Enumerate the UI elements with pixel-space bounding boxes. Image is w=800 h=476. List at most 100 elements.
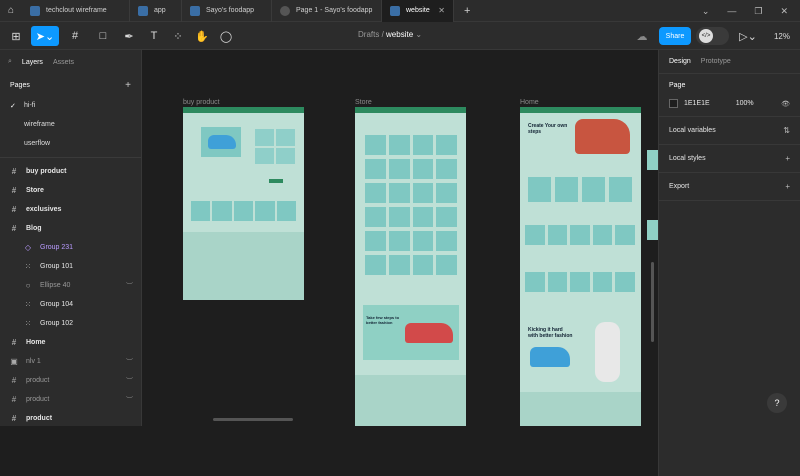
frame-header	[520, 107, 641, 113]
page-item[interactable]: userflow	[0, 134, 141, 153]
dev-mode-toggle[interactable]: </>	[696, 27, 729, 45]
layer-item[interactable]: ⁙ Group 102	[0, 314, 141, 333]
eye-icon[interactable]: 👁	[781, 100, 790, 108]
product-card	[388, 159, 410, 179]
offscreen-frame[interactable]	[647, 220, 658, 240]
hidden-eye-icon[interactable]: ︶	[126, 376, 133, 386]
layer-item[interactable]: # product ︶	[0, 371, 141, 390]
layer-item[interactable]: # buy product	[0, 162, 141, 181]
present-icon[interactable]: ▷⌄	[739, 26, 757, 46]
footer	[355, 375, 466, 426]
close-window-icon[interactable]: ✕	[780, 6, 788, 17]
product-card	[436, 135, 457, 155]
search-icon[interactable]: ⌕	[8, 58, 12, 66]
add-page-icon[interactable]: +	[125, 80, 131, 91]
add-icon[interactable]: +	[785, 182, 790, 191]
move-tool-icon[interactable]: ➤⌄	[31, 26, 59, 46]
export-row[interactable]: Export +	[659, 173, 800, 201]
frame-tool-icon[interactable]: #	[64, 26, 86, 46]
layer-item[interactable]: ⁙ Group 101	[0, 257, 141, 276]
tab-layers[interactable]: Layers	[22, 59, 43, 66]
chevron-down-icon[interactable]: ⌄	[702, 6, 710, 17]
home-icon[interactable]: ⌂	[0, 0, 22, 22]
layer-item[interactable]: # product	[0, 409, 141, 428]
layer-label: Group 104	[40, 301, 74, 308]
hand-tool-icon[interactable]: ✋	[194, 26, 210, 46]
layer-item[interactable]: ◇ Group 231	[0, 238, 141, 257]
layer-item[interactable]: # exclusives	[0, 200, 141, 219]
pages-heading: Pages	[10, 81, 30, 89]
layers-panel: ⌕ Layers Assets hi-fi ⌄ Pages + ✓ hi-fi w…	[0, 50, 800, 476]
pages-header: Pages +	[0, 74, 141, 96]
close-icon[interactable]: ✕	[438, 6, 445, 15]
tab-prototype[interactable]: Prototype	[701, 58, 731, 65]
text-tool-icon[interactable]: T	[146, 26, 162, 46]
shape-tool-icon[interactable]: □	[92, 26, 114, 46]
page-label: hi-fi	[24, 102, 36, 109]
local-variables-row[interactable]: Local variables ⇅	[659, 117, 800, 145]
layer-label: Group 101	[40, 263, 74, 270]
hidden-eye-icon[interactable]: ︶	[126, 281, 133, 291]
layer-item[interactable]: # Store	[0, 181, 141, 200]
local-styles-row[interactable]: Local styles +	[659, 145, 800, 173]
frame-buy-product[interactable]	[183, 107, 304, 300]
frame-store[interactable]: Take few steps to better fashion	[355, 107, 466, 426]
page-background: 1E1E1E 100% 👁	[669, 99, 790, 108]
minimize-icon[interactable]: —	[727, 6, 736, 16]
frame-icon: #	[11, 395, 17, 404]
buy-button[interactable]	[269, 179, 283, 183]
add-icon[interactable]: +	[785, 154, 790, 163]
resources-icon[interactable]: ⁘	[170, 26, 186, 46]
offscreen-frame[interactable]	[647, 150, 658, 170]
hidden-eye-icon[interactable]: ︶	[126, 357, 133, 367]
canvas[interactable]: buy product Store Home Take few steps to…	[142, 50, 658, 426]
new-tab-icon[interactable]: +	[454, 5, 480, 17]
breadcrumb[interactable]: Drafts / website ⌄	[358, 30, 422, 39]
vertical-scrollbar[interactable]	[651, 262, 654, 342]
layer-item[interactable]: # product ︶	[0, 390, 141, 409]
promo-text: Kicking it hard with better fashion	[528, 327, 573, 339]
bg-opacity[interactable]: 100%	[736, 100, 754, 107]
frame-label[interactable]: buy product	[183, 99, 220, 106]
main-menu-icon[interactable]: ⊞	[6, 26, 26, 46]
help-button[interactable]: ?	[767, 393, 787, 413]
tab-file-active[interactable]: website ✕	[382, 0, 454, 22]
divider	[0, 157, 141, 158]
frame-icon: #	[11, 224, 17, 233]
page-item[interactable]: wireframe	[0, 115, 141, 134]
maximize-icon[interactable]: ❐	[754, 6, 762, 17]
layer-item[interactable]: # Home	[0, 333, 141, 352]
frame-label[interactable]: Home	[520, 99, 539, 106]
breadcrumb-file[interactable]: website	[386, 30, 413, 39]
window-controls: ⌄ — ❐ ✕	[702, 0, 800, 22]
zoom-level[interactable]: 12%	[770, 26, 794, 46]
bg-hex[interactable]: 1E1E1E	[684, 100, 710, 107]
file-icon	[138, 5, 148, 16]
left-panel-tabs: ⌕ Layers Assets hi-fi ⌄	[0, 50, 800, 476]
banner-text: Take few steps to better fashion	[366, 315, 400, 325]
tab-label: website	[406, 7, 430, 14]
comment-tool-icon[interactable]: ◯	[218, 26, 234, 46]
layer-item[interactable]: # Blog	[0, 219, 141, 238]
layer-label: Group 102	[40, 320, 74, 327]
frame-label[interactable]: Store	[355, 99, 372, 106]
share-button[interactable]: Share	[659, 27, 691, 45]
product-card	[365, 159, 386, 179]
tab-file[interactable]: Page 1 - Sayo's foodapp	[272, 0, 382, 22]
tab-assets[interactable]: Assets	[53, 59, 74, 66]
tab-file[interactable]: techclout wireframe	[22, 0, 130, 22]
tab-file[interactable]: Sayo's foodapp	[182, 0, 272, 22]
color-swatch[interactable]	[669, 99, 678, 108]
layer-item[interactable]: ○ Ellipse 40 ︶	[0, 276, 141, 295]
breadcrumb-root[interactable]: Drafts	[358, 30, 379, 39]
horizontal-scrollbar[interactable]	[213, 418, 293, 421]
tab-file[interactable]: app	[130, 0, 182, 22]
layer-item[interactable]: ▣ nlv 1 ︶	[0, 352, 141, 371]
frame-home[interactable]: Create Your own steps Kicking it hard wi…	[520, 107, 641, 426]
layer-item[interactable]: ⁙ Group 104	[0, 295, 141, 314]
pen-tool-icon[interactable]: ✒	[118, 26, 140, 46]
hidden-eye-icon[interactable]: ︶	[126, 395, 133, 405]
tab-design[interactable]: Design	[669, 58, 691, 65]
page-item[interactable]: ✓ hi-fi	[0, 96, 141, 115]
sliders-icon[interactable]: ⇅	[783, 126, 790, 135]
